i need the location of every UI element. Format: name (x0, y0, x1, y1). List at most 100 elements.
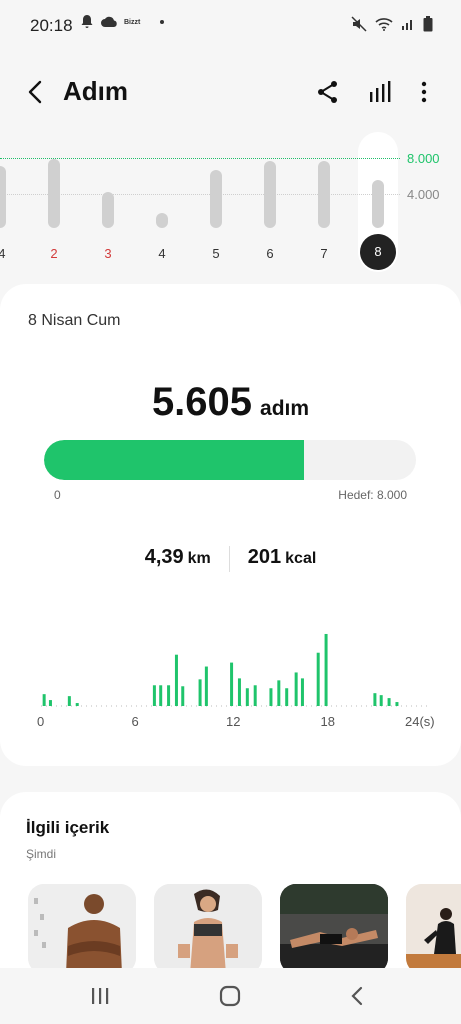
week-day-label: 3 (104, 246, 112, 261)
distance-unit: km (187, 550, 211, 567)
calories-value: 201 (247, 546, 282, 568)
app-notification-label: Bizzt (124, 18, 141, 26)
status-time: 20:18 (30, 16, 73, 35)
gym-workout-image (280, 884, 388, 974)
back-nav-icon[interactable] (344, 984, 372, 1008)
week-day-label: 4 (158, 246, 166, 261)
hourly-bar-10 (198, 679, 202, 706)
hourly-bar-26 (395, 702, 399, 706)
selected-date: 8 Nisan Cum (28, 312, 121, 329)
system-nav-bar (0, 968, 461, 1024)
week-bar-6[interactable] (264, 161, 276, 228)
weekly-steps-chart[interactable]: 8.000 4.000 /4 2 3 4 5 6 7 8 (0, 130, 461, 280)
hourly-bar-3 (67, 696, 71, 706)
steps-progress-fill (44, 440, 305, 480)
related-thumbnail-2[interactable] (154, 884, 262, 974)
progress-min-label: 0 (54, 488, 61, 502)
home-icon[interactable] (216, 984, 244, 1008)
back-arrow-icon[interactable] (22, 76, 50, 108)
wifi-icon (375, 18, 393, 31)
calories-unit: kcal (285, 550, 317, 567)
cloud-icon (101, 16, 117, 27)
fitness-woman-image (154, 884, 262, 974)
hourly-bar-15 (253, 685, 257, 706)
hourly-bar-23 (373, 693, 377, 706)
week-day-label: 5 (212, 246, 220, 261)
hourly-bar-16 (269, 688, 273, 706)
week-bar-1[interactable] (0, 166, 6, 228)
yoga-woman-image (406, 884, 461, 974)
hour-tick-label: 24(s) (405, 714, 435, 729)
stats-row: 4,39 km 201 kcal (0, 546, 461, 572)
hourly-bar-1 (42, 694, 46, 706)
hourly-bar-9 (181, 686, 185, 706)
signal-icon (402, 20, 412, 30)
week-day-label: 6 (266, 246, 274, 261)
week-bar-7[interactable] (318, 161, 330, 228)
hour-tick-label: 0 (37, 714, 45, 729)
more-notifications-dot (160, 20, 165, 24)
daily-summary-card: 8 Nisan Cum 5.605 adım 0 Hedef: 8.000 4,3… (0, 284, 461, 766)
hourly-bar-21 (316, 652, 320, 706)
hourly-bar-12 (230, 662, 234, 706)
steps-progress-bar (44, 440, 416, 480)
goal-line (0, 158, 400, 159)
bodybuilder-image (28, 884, 136, 974)
goal-axis-label: 8.000 (407, 151, 440, 166)
share-icon[interactable] (314, 78, 342, 106)
week-bar-5[interactable] (210, 169, 222, 228)
hourly-bar-5 (152, 685, 156, 706)
battery-icon (423, 16, 433, 32)
hourly-bar-7 (167, 685, 171, 706)
hourly-bar-8 (174, 654, 178, 706)
hourly-bar-24 (379, 695, 383, 706)
hourly-bar-17 (277, 680, 281, 706)
week-day-label: /4 (0, 246, 6, 261)
related-thumbnail-4[interactable] (406, 884, 461, 974)
week-bar-4[interactable] (156, 212, 168, 228)
mid-axis-label: 4.000 (407, 187, 440, 202)
week-day-label: 2 (50, 246, 58, 261)
hour-tick-label: 6 (131, 714, 139, 729)
hourly-bar-11 (204, 666, 208, 706)
hour-tick-label: 12 (226, 714, 241, 729)
related-title: İlgili içerik (26, 818, 110, 837)
week-bar-3[interactable] (102, 191, 114, 228)
hour-tick-label: 18 (320, 714, 335, 729)
hourly-bar-19 (294, 672, 298, 706)
week-day-label: 7 (320, 246, 328, 261)
hourly-bar-22 (324, 633, 328, 706)
hourly-bar-20 (300, 678, 304, 706)
calories-stat: 201 kcal (230, 546, 335, 569)
hourly-steps-chart: 0 6 12 18 24(s) (0, 614, 461, 734)
hourly-bar-25 (387, 698, 391, 706)
distance-stat: 4,39 km (127, 546, 229, 569)
steps-count: 5.605 adım (0, 380, 461, 425)
mid-gridline (0, 194, 400, 195)
related-thumbnail-3[interactable] (280, 884, 388, 974)
app-bar: Adım (0, 60, 461, 124)
progress-goal-label: Hedef: 8.000 (338, 488, 407, 502)
more-options-icon[interactable] (410, 78, 438, 106)
week-bar-2[interactable] (48, 159, 60, 228)
bar-chart-icon[interactable] (366, 78, 394, 106)
week-bar-8[interactable] (372, 179, 384, 228)
related-subtitle: Şimdi (26, 847, 57, 861)
page-title: Adım (63, 76, 128, 106)
recent-apps-icon[interactable] (86, 984, 114, 1008)
distance-value: 4,39 (144, 546, 184, 568)
related-content-section: İlgili içerik Şimdi (0, 792, 461, 992)
notification-icons: Bizzt (80, 14, 165, 30)
selected-day-label[interactable]: 8 (360, 234, 396, 270)
hourly-bar-6 (159, 685, 163, 706)
hourly-bar-18 (285, 688, 289, 706)
hourly-chart-svg (41, 633, 427, 707)
status-bar: 20:18 Bizzt (0, 0, 461, 52)
hourly-bar-4 (75, 703, 79, 706)
hourly-bar-2 (48, 700, 52, 706)
system-icons (351, 16, 433, 32)
hourly-bar-13 (237, 678, 241, 706)
related-thumbnail-1[interactable] (28, 884, 136, 974)
steps-unit: adım (260, 397, 310, 420)
steps-value: 5.605 (151, 380, 253, 424)
